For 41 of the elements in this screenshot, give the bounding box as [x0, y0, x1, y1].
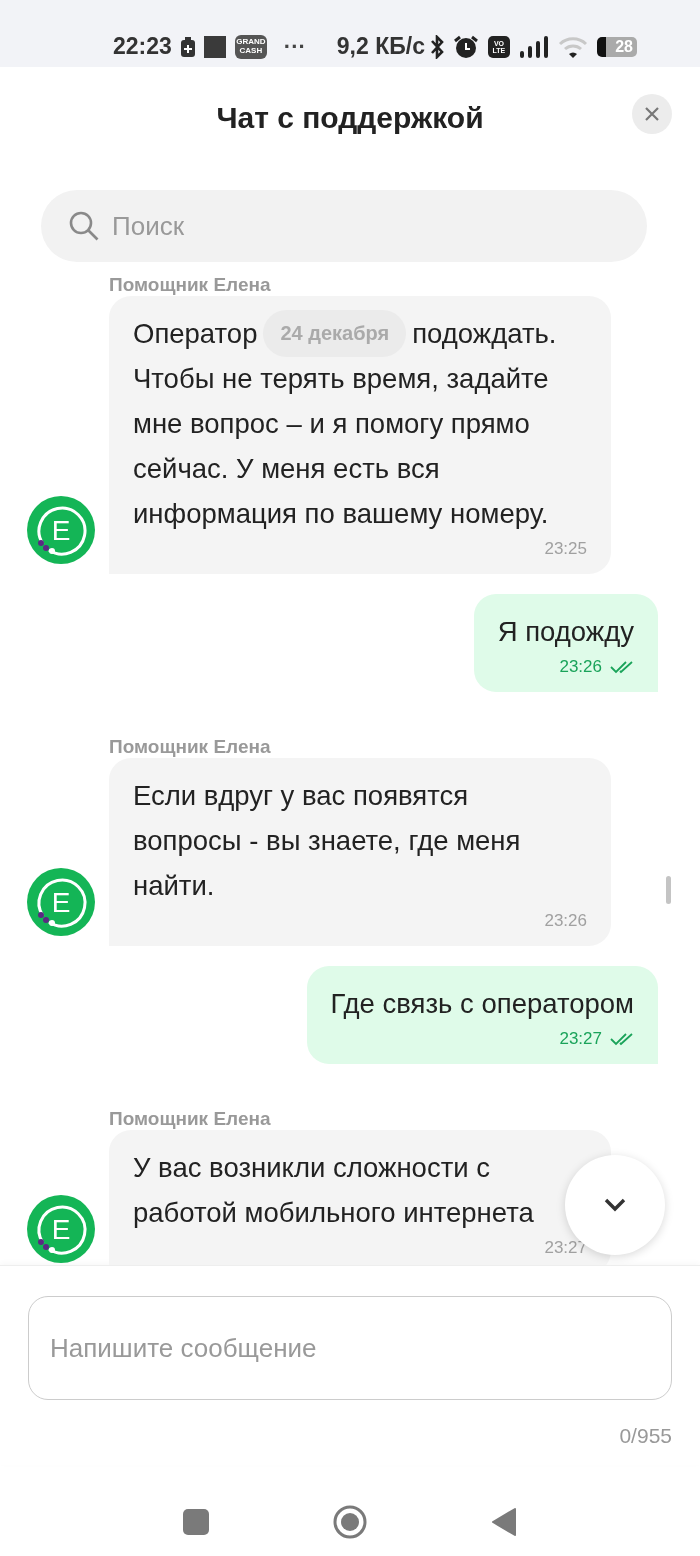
- close-button[interactable]: [632, 94, 672, 134]
- message-text: Я подожду: [497, 615, 634, 649]
- message-text: Чтобы не терять время, задайте мне вопрос – и я помогу прямо сейчас. У меня есть вся информация по вашему номеру.: [133, 362, 550, 531]
- character-counter: 0/955: [619, 1424, 672, 1448]
- assistant-avatar: E: [27, 496, 95, 564]
- search-field[interactable]: Поиск: [41, 190, 647, 262]
- chevron-down-icon: [603, 1197, 627, 1213]
- sender-name: Помощник Елена: [109, 274, 272, 296]
- message-text: подождать.: [412, 317, 557, 351]
- sender-name: Помощник Елена: [109, 736, 272, 758]
- sender-name: Помощник Елена: [109, 1108, 272, 1130]
- message-text: У вас возникли сложности с работой мобильного интернета: [133, 1151, 535, 1230]
- recents-button[interactable]: [183, 1509, 209, 1535]
- search-icon: [68, 210, 100, 242]
- battery-saver-icon: [180, 36, 195, 57]
- message-text: Оператор: [133, 317, 258, 351]
- app-icon: [203, 35, 226, 58]
- wifi-icon: [557, 34, 588, 59]
- message-text: Если вдруг у вас появятся вопросы - вы знаете, где меня найти.: [133, 779, 522, 903]
- assistant-avatar: E: [27, 868, 95, 936]
- network-speed: 9,2 КБ/с: [336, 33, 425, 60]
- message-time: 23:26: [559, 657, 602, 677]
- date-chip: 24 декабря: [263, 310, 407, 357]
- message-field[interactable]: Напишите сообщение: [28, 1296, 672, 1400]
- assistant-avatar: E: [27, 1195, 95, 1263]
- chat-title: Чат с поддержкой: [216, 101, 484, 135]
- close-icon: [644, 106, 660, 122]
- more-notifications: ···: [283, 33, 306, 60]
- clock-time: 22:23: [113, 33, 172, 60]
- scrollbar[interactable]: [666, 876, 671, 904]
- message-time: 23:25: [544, 539, 587, 559]
- back-button[interactable]: [491, 1507, 517, 1537]
- app-badge: GRAND CASH: [234, 34, 267, 59]
- battery-indicator: 28: [596, 36, 637, 57]
- alarm-icon: [452, 34, 479, 59]
- message-time: 23:26: [544, 911, 587, 931]
- bluetooth-icon: [429, 34, 444, 59]
- message-time: 23:27: [559, 1029, 602, 1049]
- message-text: Где связь с оператором: [330, 987, 634, 1021]
- signal-icon: [518, 34, 549, 59]
- home-button[interactable]: [333, 1505, 367, 1539]
